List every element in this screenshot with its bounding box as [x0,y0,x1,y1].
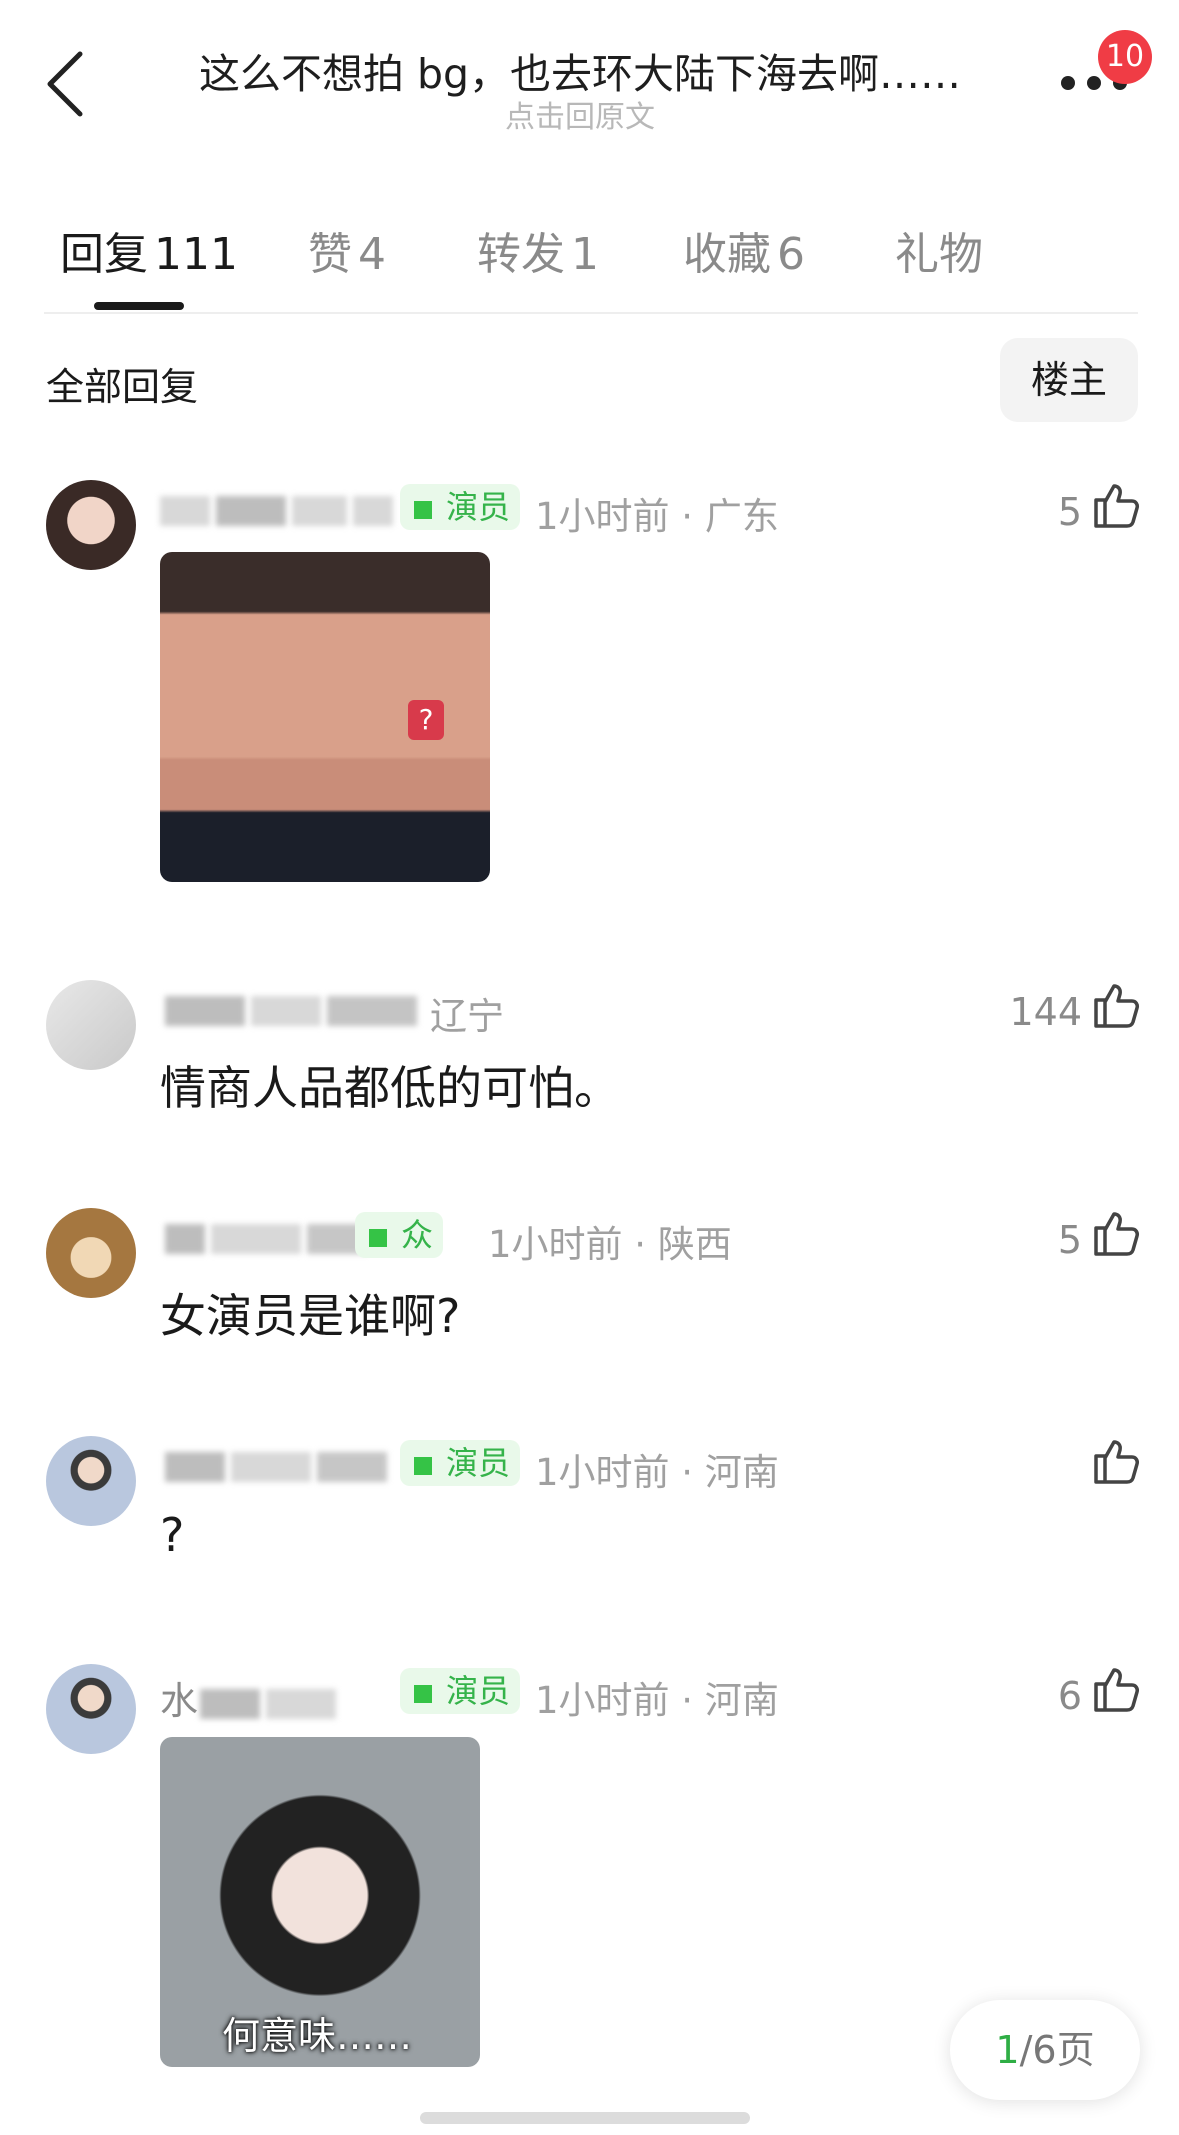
tab-count: 6 [777,229,805,280]
avatar[interactable] [46,480,136,570]
comment-text: 女演员是谁啊? [160,1289,461,1343]
all-replies-label: 全部回复 [46,365,199,409]
badge-label: 众 [401,1216,434,1254]
comment-sticker-image[interactable]: ? [160,552,490,882]
username-redacted[interactable]: 水 [160,1670,342,1725]
tab-count: 111 [154,229,238,280]
home-indicator [420,2112,750,2124]
page-indicator[interactable]: 1/6页 [950,2000,1140,2100]
back-arrow-icon[interactable] [40,48,90,120]
avatar[interactable] [46,980,136,1070]
like-count: 5 [1057,490,1082,534]
tab-indicator [94,302,184,310]
post-title[interactable]: 这么不想拍 bg，也去环大陆下海去啊…… [150,40,1010,100]
notification-badge: 10 [1098,30,1152,84]
badge-label: 演员 [446,1444,511,1482]
username-redacted[interactable] [165,1214,373,1258]
user-badge: 演员 [400,1668,521,1714]
badge-label: 演员 [446,488,511,526]
comment-meta: 1小时前 · 陕西 [488,1223,732,1266]
tab-count: 1 [571,229,599,280]
tab-likes[interactable]: 赞4 [308,218,386,282]
thumbs-up-icon[interactable] [1090,978,1142,1030]
tab-label: 礼物 [895,229,983,280]
comment-sticker-image[interactable]: 何意味…… [160,1737,480,2067]
divider [44,312,1138,314]
tab-replies[interactable]: 回复 111 [60,218,238,282]
thumbs-up-icon[interactable] [1090,1434,1142,1486]
tab-reposts[interactable]: 转发 1 [477,218,599,282]
tab-label: 赞 [308,229,352,280]
like-count: 6 [1057,1674,1082,1718]
username-redacted[interactable] [165,1442,393,1486]
back-to-original-link[interactable]: 点击回原文 [150,92,1010,136]
comment-text: ? [160,1508,185,1562]
badge-dot [369,1229,387,1247]
like-count: 144 [1009,990,1082,1034]
badge-dot [414,1685,432,1703]
thumbs-up-icon[interactable] [1090,1206,1142,1258]
tab-favorites[interactable]: 收藏 6 [683,218,805,282]
tab-gifts[interactable]: 礼物 [895,218,983,282]
comment-text: 情商人品都低的可怕。 [160,1061,620,1115]
question-mark-icon: ? [408,700,444,740]
avatar[interactable] [46,1664,136,1754]
comment-meta: 辽宁 [430,995,504,1038]
username-prefix: 水 [160,1679,201,1723]
thumbs-up-icon[interactable] [1090,478,1142,530]
avatar[interactable] [46,1436,136,1526]
current-page: 1 [995,2028,1020,2072]
badge-dot [414,501,432,519]
comment-meta: 1小时前 · 河南 [535,1451,779,1494]
sticker-caption: 何意味…… [222,2014,413,2058]
badge-dot [414,1457,432,1475]
op-only-button[interactable]: 楼主 [1000,338,1138,422]
comment-meta: 1小时前 · 广东 [535,495,779,538]
total-pages: /6页 [1019,2028,1095,2072]
user-badge: 演员 [400,1440,521,1486]
badge-label: 演员 [446,1672,511,1710]
user-badge: 演员 [400,484,521,530]
avatar[interactable] [46,1208,136,1298]
like-count: 5 [1057,1218,1082,1262]
tab-label: 收藏 [683,229,771,280]
tab-label: 转发 [477,229,565,280]
user-badge: 众 [355,1212,444,1258]
username-redacted[interactable] [165,986,423,1030]
comment-meta: 1小时前 · 河南 [535,1679,779,1722]
thumbs-up-icon[interactable] [1090,1662,1142,1714]
tab-label: 回复 [60,229,148,280]
tab-count: 4 [358,229,386,280]
username-redacted[interactable] [160,486,399,530]
